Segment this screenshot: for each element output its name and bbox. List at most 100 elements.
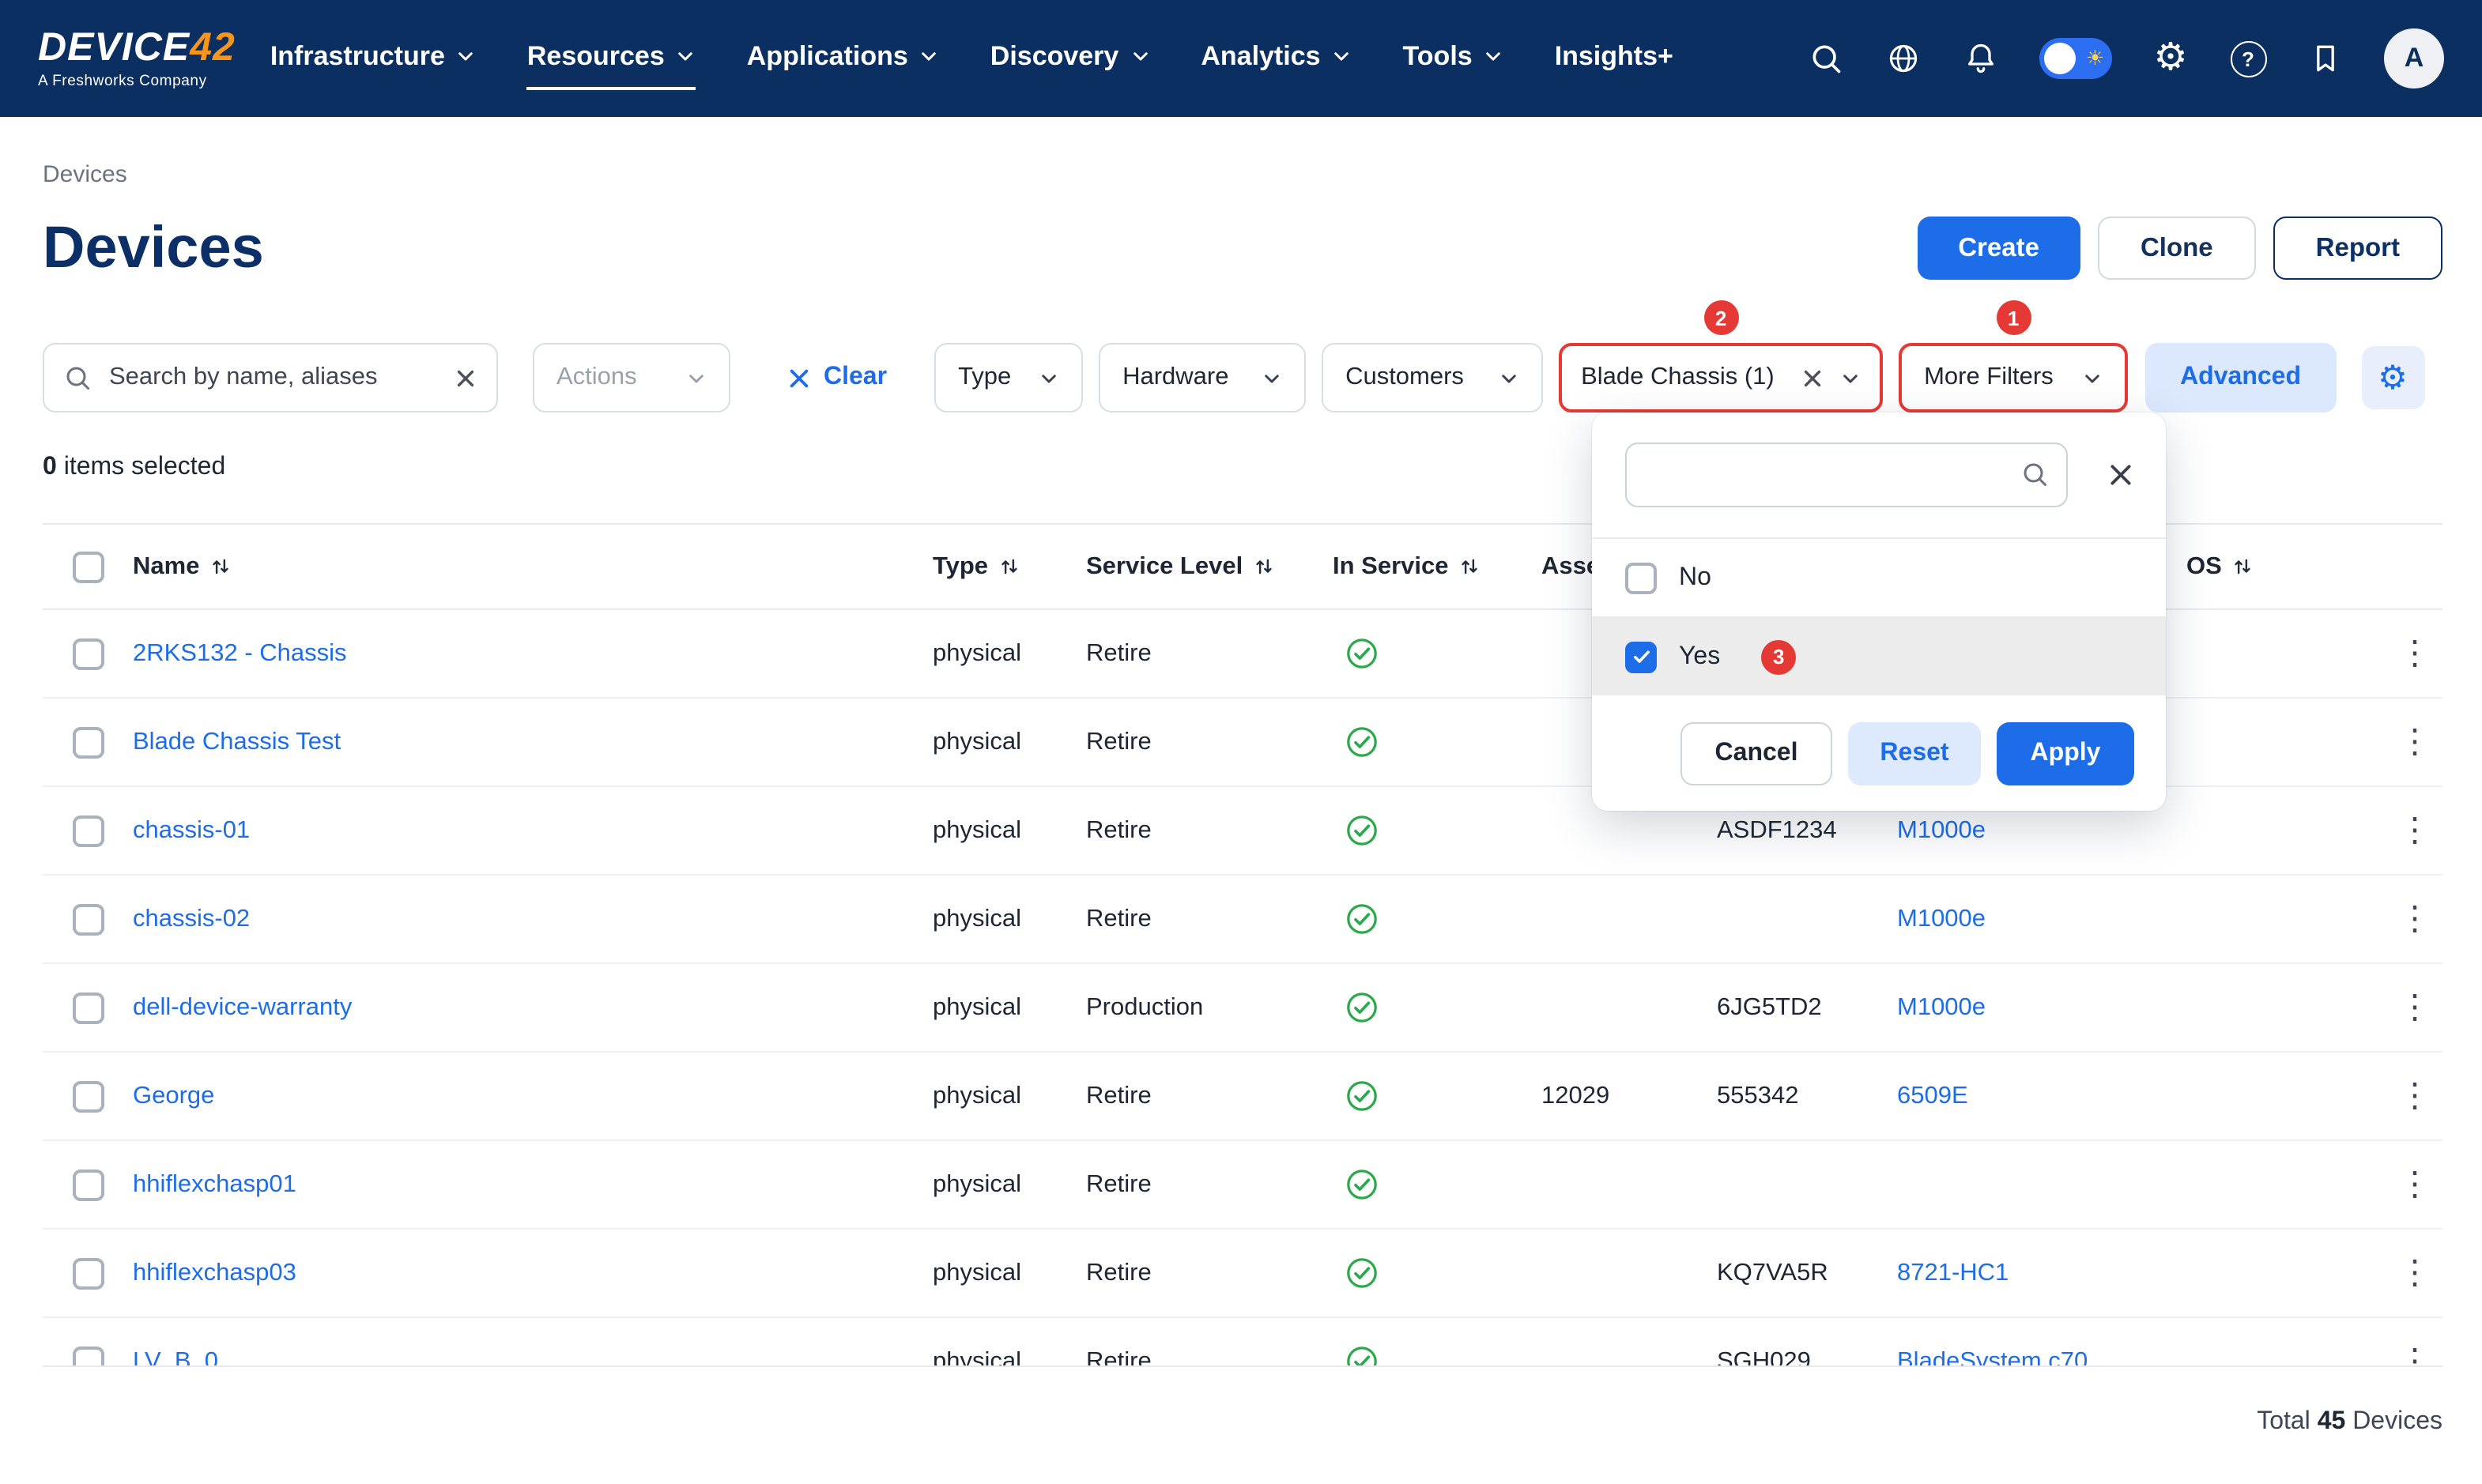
hardware-link[interactable]: 8721-HC1 [1897,1259,2009,1286]
blade-chassis-filter-dropdown[interactable]: 2 Blade Chassis (1) [1559,343,1883,412]
nav-label: Infrastructure [270,40,445,72]
row-checkbox[interactable] [72,992,104,1023]
toggle-knob [2044,43,2076,74]
nav-item-insights[interactable]: Insights+ [1555,28,1673,89]
type-cell: physical [933,1259,1086,1287]
settings-gear-icon[interactable]: ⚙ [2152,40,2190,77]
nav-item-applications[interactable]: Applications [747,28,940,89]
user-avatar[interactable]: A [2384,28,2444,89]
help-icon[interactable]: ? [2229,40,2267,77]
service-level-cell: Retire [1086,1170,1333,1199]
kebab-menu-icon[interactable]: ⋮ [2389,811,2441,850]
nav-item-tools[interactable]: Tools [1403,28,1504,89]
search-icon[interactable] [1807,40,1845,77]
kebab-menu-icon[interactable]: ⋮ [2389,634,2441,673]
sort-icon[interactable] [1460,556,1481,577]
column-header-os[interactable]: OS [2186,552,2387,581]
column-header-service-level[interactable]: Service Level [1086,552,1333,581]
apply-button[interactable]: Apply [1997,722,2134,785]
type-cell: physical [933,639,1086,668]
sort-icon[interactable] [2233,556,2254,577]
nav-item-discovery[interactable]: Discovery [990,28,1151,89]
device-name-link[interactable]: George [133,1082,214,1109]
app-root: DEVICE42 A Freshworks Company Infrastruc… [0,0,2482,1484]
nav-item-infrastructure[interactable]: Infrastructure [270,28,477,89]
nav-item-analytics[interactable]: Analytics [1201,28,1352,89]
select-all-checkbox[interactable] [72,551,104,582]
row-checkbox[interactable] [72,1169,104,1200]
bookmark-icon[interactable] [2307,40,2344,77]
notifications-bell-icon[interactable] [1962,40,2000,77]
kebab-menu-icon[interactable]: ⋮ [2389,988,2441,1027]
table-settings-gear-icon[interactable]: ⚙ [2361,346,2424,409]
kebab-menu-icon[interactable]: ⋮ [2389,1076,2441,1116]
type-filter-label: Type [958,363,1011,392]
device-name-link[interactable]: Blade Chassis Test [133,728,341,755]
report-button[interactable]: Report [2273,217,2442,280]
reset-button[interactable]: Reset [1848,722,1981,785]
customers-filter-dropdown[interactable]: Customers [1322,343,1543,412]
column-header-in-service[interactable]: In Service [1333,552,1526,581]
nav-item-resources[interactable]: Resources [527,28,696,89]
kebab-menu-icon[interactable]: ⋮ [2389,1253,2441,1293]
filter-option-yes[interactable]: Yes 3 [1592,616,2166,695]
column-header-type[interactable]: Type [933,552,1086,581]
advanced-button[interactable]: Advanced [2145,343,2336,412]
kebab-menu-icon[interactable]: ⋮ [2389,722,2441,762]
filter-option-no[interactable]: No [1592,537,2166,616]
type-filter-dropdown[interactable]: Type [934,343,1083,412]
serial-cell: 6JG5TD2 [1717,993,1897,1022]
device-name-link[interactable]: chassis-02 [133,905,250,932]
hardware-link[interactable]: BladeSystem c70 [1897,1347,2088,1367]
nav-label: Resources [527,40,665,72]
hardware-link[interactable]: M1000e [1897,905,1986,932]
hardware-link[interactable]: M1000e [1897,816,1986,843]
actions-dropdown[interactable]: Actions [533,343,730,412]
row-checkbox[interactable] [72,1080,104,1112]
row-checkbox[interactable] [72,726,104,758]
sort-icon[interactable] [210,556,231,577]
device-name-link[interactable]: hhiflexchasp03 [133,1259,296,1286]
hardware-filter-dropdown[interactable]: Hardware [1099,343,1306,412]
kebab-menu-icon[interactable]: ⋮ [2389,899,2441,939]
close-icon[interactable] [2107,461,2134,488]
device-name-link[interactable]: dell-device-warranty [133,993,352,1020]
panel-top [1592,443,2166,537]
hardware-link[interactable]: 6509E [1897,1082,1968,1109]
sort-icon[interactable] [999,556,1020,577]
sort-icon[interactable] [1254,556,1274,577]
cancel-button[interactable]: Cancel [1680,722,1832,785]
service-level-cell: Retire [1086,728,1333,756]
checkbox-unchecked[interactable] [1625,562,1657,593]
row-checkbox[interactable] [72,903,104,935]
column-header-name[interactable]: Name [133,552,933,581]
filter-search-input[interactable] [1625,443,2068,507]
breadcrumb[interactable]: Devices [43,161,127,188]
service-level-cell: Retire [1086,639,1333,668]
device42-logo[interactable]: DEVICE42 A Freshworks Company [38,28,236,89]
kebab-menu-icon[interactable]: ⋮ [2389,1165,2441,1204]
device-name-link[interactable]: hhiflexchasp01 [133,1170,296,1197]
device-name-link[interactable]: 2RKS132 - Chassis [133,639,347,666]
clear-search-icon[interactable] [454,366,477,390]
hardware-link[interactable]: M1000e [1897,993,1986,1020]
row-checkbox[interactable] [72,1346,104,1367]
row-checkbox[interactable] [72,1257,104,1289]
remove-filter-icon[interactable] [1801,366,1824,390]
device-name-link[interactable]: chassis-01 [133,816,250,843]
row-checkbox[interactable] [72,815,104,846]
in-service-check-icon [1345,1168,1379,1201]
clone-button[interactable]: Clone [2098,217,2256,280]
row-checkbox[interactable] [72,638,104,669]
theme-toggle[interactable]: ☀ [2039,38,2112,79]
create-button[interactable]: Create [1917,217,2080,280]
kebab-menu-icon[interactable]: ⋮ [2389,1342,2441,1367]
search-input[interactable] [106,362,439,394]
clear-filters-button[interactable]: Clear [787,363,887,392]
checkbox-checked[interactable] [1625,641,1657,672]
device-name-link[interactable]: LV_B_0 [133,1347,218,1367]
filter-bar: Actions Clear Type Hardware Customers 2 [43,343,2442,412]
globe-icon[interactable] [1884,40,1922,77]
more-filters-dropdown[interactable]: 1 More Filters [1899,343,2128,412]
navbar-actions: ☀ ⚙ ? A [1807,28,2444,89]
